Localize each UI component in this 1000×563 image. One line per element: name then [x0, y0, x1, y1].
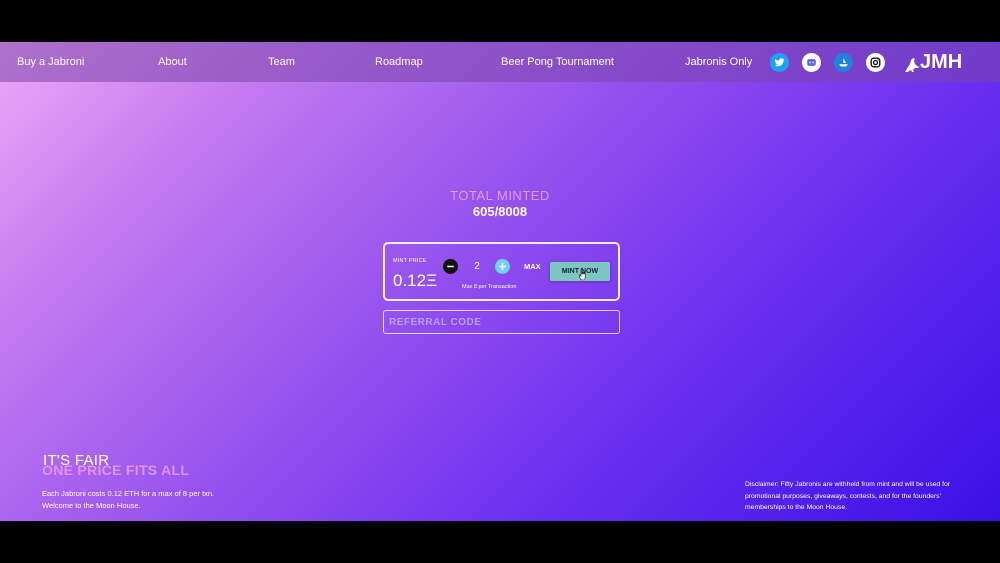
opensea-icon[interactable]: [834, 53, 853, 72]
mint-price-value: 0.12Ξ: [393, 271, 438, 290]
logo-text: JMH: [920, 51, 963, 73]
nav-link-buy-a-jabroni[interactable]: Buy a Jabroni: [17, 42, 84, 82]
referral-code-input[interactable]: [383, 310, 620, 334]
quantity-value: 2: [474, 261, 480, 272]
mint-price-label: MINT PRICE: [393, 258, 427, 264]
plus-icon: [499, 263, 506, 270]
jmh-logo[interactable]: JMH: [902, 42, 972, 82]
minus-icon: [447, 265, 454, 268]
letterbox-bottom: [0, 521, 1000, 563]
nav-link-jabronis-only[interactable]: Jabronis Only: [685, 42, 752, 82]
fair-description-line-2: Welcome to the Moon House.: [42, 501, 141, 510]
total-minted-label: TOTAL MINTED: [450, 188, 550, 203]
fair-description-line-1: Each Jabroni costs 0.12 ETH for a max of…: [42, 489, 215, 498]
mint-panel: MINT PRICE 0.12Ξ 2 MAX MINT NOW Max 8 pe…: [383, 242, 620, 301]
kangaroo-logo-icon: [905, 58, 920, 72]
twitter-icon[interactable]: [770, 53, 789, 72]
increase-quantity-button[interactable]: [495, 259, 510, 274]
nav-link-team[interactable]: Team: [268, 42, 295, 82]
nav-link-roadmap[interactable]: Roadmap: [375, 42, 423, 82]
letterbox-top: [0, 0, 1000, 42]
nav-link-beer-pong-tournament[interactable]: Beer Pong Tournament: [501, 42, 614, 82]
total-minted-count: 605/8008: [472, 204, 528, 219]
instagram-icon[interactable]: [866, 53, 885, 72]
fair-description: Each Jabroni costs 0.12 ETH for a max of…: [42, 488, 282, 512]
nav-link-about[interactable]: About: [158, 42, 187, 82]
mint-page: Buy a Jabroni About Team Roadmap Beer Po…: [0, 42, 1000, 521]
top-navigation: Buy a Jabroni About Team Roadmap Beer Po…: [0, 42, 1000, 82]
max-quantity-button[interactable]: MAX: [524, 262, 541, 271]
fair-subheading: ONE PRICE FITS ALL: [42, 462, 190, 478]
discord-icon[interactable]: [802, 53, 821, 72]
hand-cursor-icon: [578, 268, 588, 281]
disclaimer-text: Disclaimer: Fifty Jabronis are withheld …: [745, 481, 951, 511]
decrease-quantity-button[interactable]: [443, 259, 458, 274]
max-per-transaction-note: Max 8 per Transaction: [462, 284, 517, 290]
